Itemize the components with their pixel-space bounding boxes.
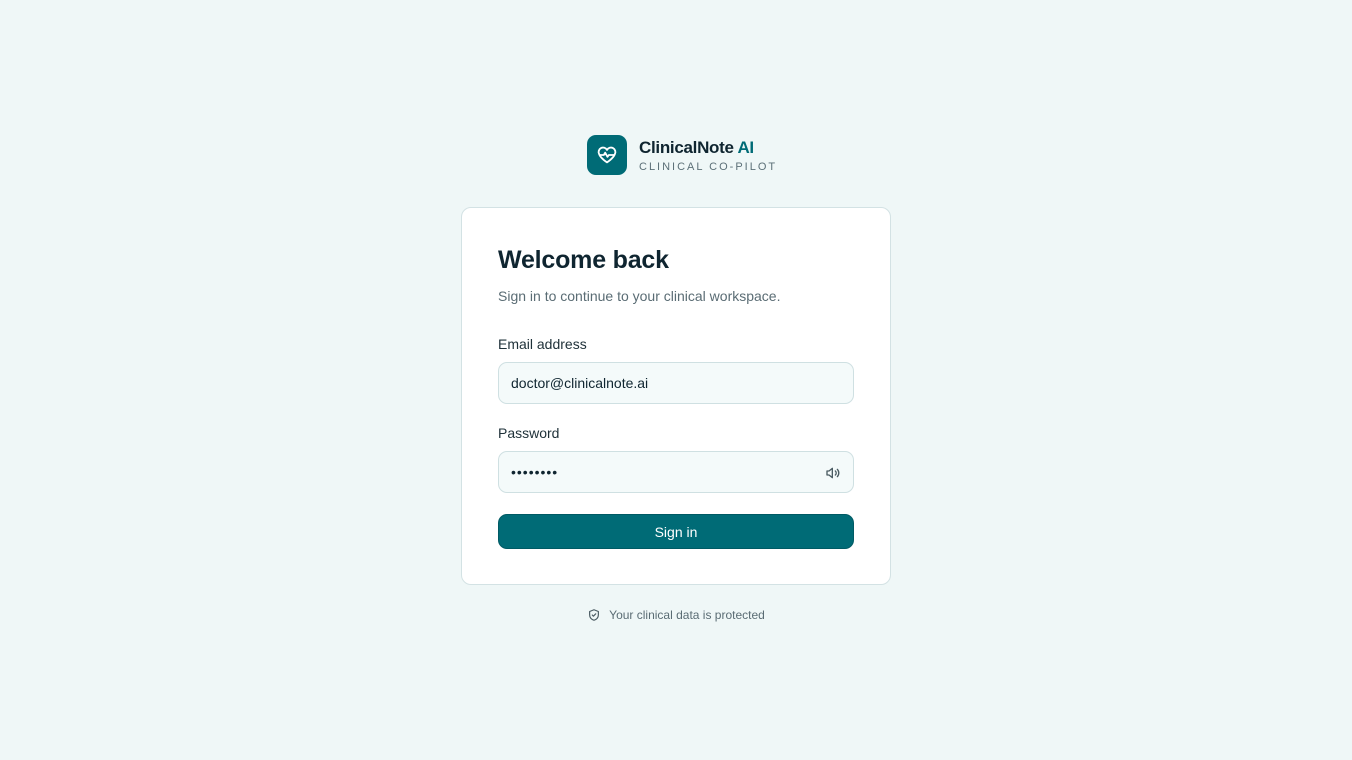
brand-name-main: ClinicalNote [639, 138, 734, 157]
email-field-wrapper [498, 362, 854, 404]
sign-in-button[interactable]: Sign in [498, 514, 854, 549]
speaker-icon[interactable] [823, 463, 843, 483]
brand-header: ClinicalNote AI CLINICAL CO-PILOT [587, 135, 777, 175]
page-title: Welcome back [498, 246, 669, 274]
login-card: Welcome back Sign in to continue to your… [461, 207, 891, 585]
password-label: Password [498, 425, 560, 441]
brand-name-accent: AI [737, 138, 754, 157]
email-field[interactable] [511, 363, 841, 403]
security-note-text: Your clinical data is protected [609, 608, 765, 622]
heart-pulse-icon [587, 135, 627, 175]
security-note: Your clinical data is protected [0, 608, 1352, 622]
email-label: Email address [498, 336, 587, 352]
brand-name: ClinicalNote AI [639, 137, 777, 159]
brand-text: ClinicalNote AI CLINICAL CO-PILOT [639, 137, 777, 173]
page-subtitle: Sign in to continue to your clinical wor… [498, 288, 781, 304]
shield-check-icon [587, 608, 601, 622]
password-field-wrapper [498, 451, 854, 493]
brand-tagline: CLINICAL CO-PILOT [639, 161, 778, 173]
password-field[interactable] [511, 452, 841, 492]
